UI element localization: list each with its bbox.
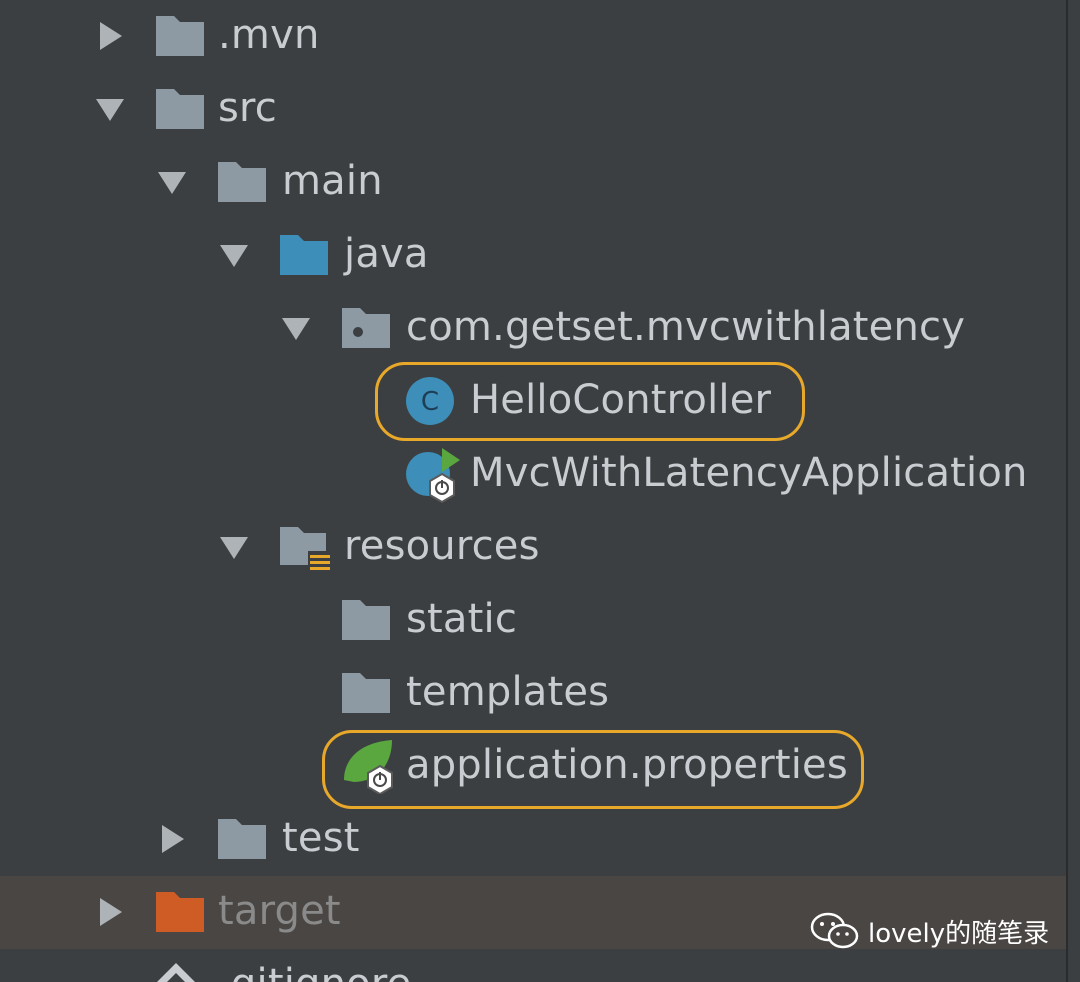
- tree-item-java[interactable]: java: [0, 219, 1066, 292]
- tree-item-label: static: [406, 596, 518, 642]
- folder-icon: [216, 156, 268, 208]
- watermark: lovely的随笔录: [810, 906, 1049, 956]
- git-icon: [150, 961, 202, 982]
- highlight-outline: [375, 362, 805, 441]
- tree-item-label: test: [282, 815, 360, 861]
- tree-item-label: com.getset.mvcwithlatency: [406, 304, 966, 350]
- folder-icon: [216, 813, 268, 865]
- collapse-arrow-icon[interactable]: [88, 87, 132, 131]
- excluded-folder-icon: [154, 886, 206, 938]
- tree-item-application[interactable]: MvcWithLatencyApplication: [0, 438, 1066, 511]
- tree-item-src[interactable]: src: [0, 73, 1066, 146]
- tree-item-mvn[interactable]: .mvn: [0, 0, 1066, 73]
- tree-item-label: templates: [406, 669, 610, 715]
- tree-item-label: main: [282, 158, 383, 204]
- folder-icon: [154, 83, 206, 135]
- expand-arrow-icon[interactable]: [88, 890, 132, 934]
- project-tree: .mvn src main java com.getset.mvcwithlat…: [0, 0, 1068, 982]
- resources-folder-icon: [278, 521, 332, 575]
- folder-icon: [340, 594, 392, 646]
- folder-icon: [154, 10, 206, 62]
- expand-arrow-icon[interactable]: [150, 817, 194, 861]
- expand-arrow-icon[interactable]: [88, 14, 132, 58]
- tree-item-label: src: [218, 85, 277, 131]
- tree-item-label: java: [344, 231, 429, 277]
- tree-item-main[interactable]: main: [0, 146, 1066, 219]
- collapse-arrow-icon[interactable]: [274, 306, 318, 350]
- tree-item-package[interactable]: com.getset.mvcwithlatency: [0, 292, 1066, 365]
- source-folder-icon: [278, 229, 330, 281]
- tree-item-label: target: [218, 888, 341, 934]
- collapse-arrow-icon[interactable]: [212, 525, 256, 569]
- folder-icon: [340, 667, 392, 719]
- tree-item-label: .gitignore: [218, 958, 411, 982]
- highlight-outline: [322, 730, 864, 809]
- collapse-arrow-icon[interactable]: [150, 160, 194, 204]
- spring-boot-class-icon: [404, 448, 460, 504]
- watermark-text: lovely的随笔录: [868, 918, 1050, 949]
- tree-item-test[interactable]: test: [0, 803, 1066, 876]
- tree-item-resources[interactable]: resources: [0, 511, 1066, 584]
- collapse-arrow-icon[interactable]: [212, 233, 256, 277]
- tree-item-static[interactable]: static: [0, 584, 1066, 657]
- tree-item-label: resources: [344, 523, 540, 569]
- wechat-icon: [810, 912, 859, 949]
- tree-item-label: MvcWithLatencyApplication: [470, 450, 1028, 496]
- tree-item-label: .mvn: [218, 12, 320, 58]
- tree-item-templates[interactable]: templates: [0, 657, 1066, 730]
- package-icon: [340, 302, 392, 354]
